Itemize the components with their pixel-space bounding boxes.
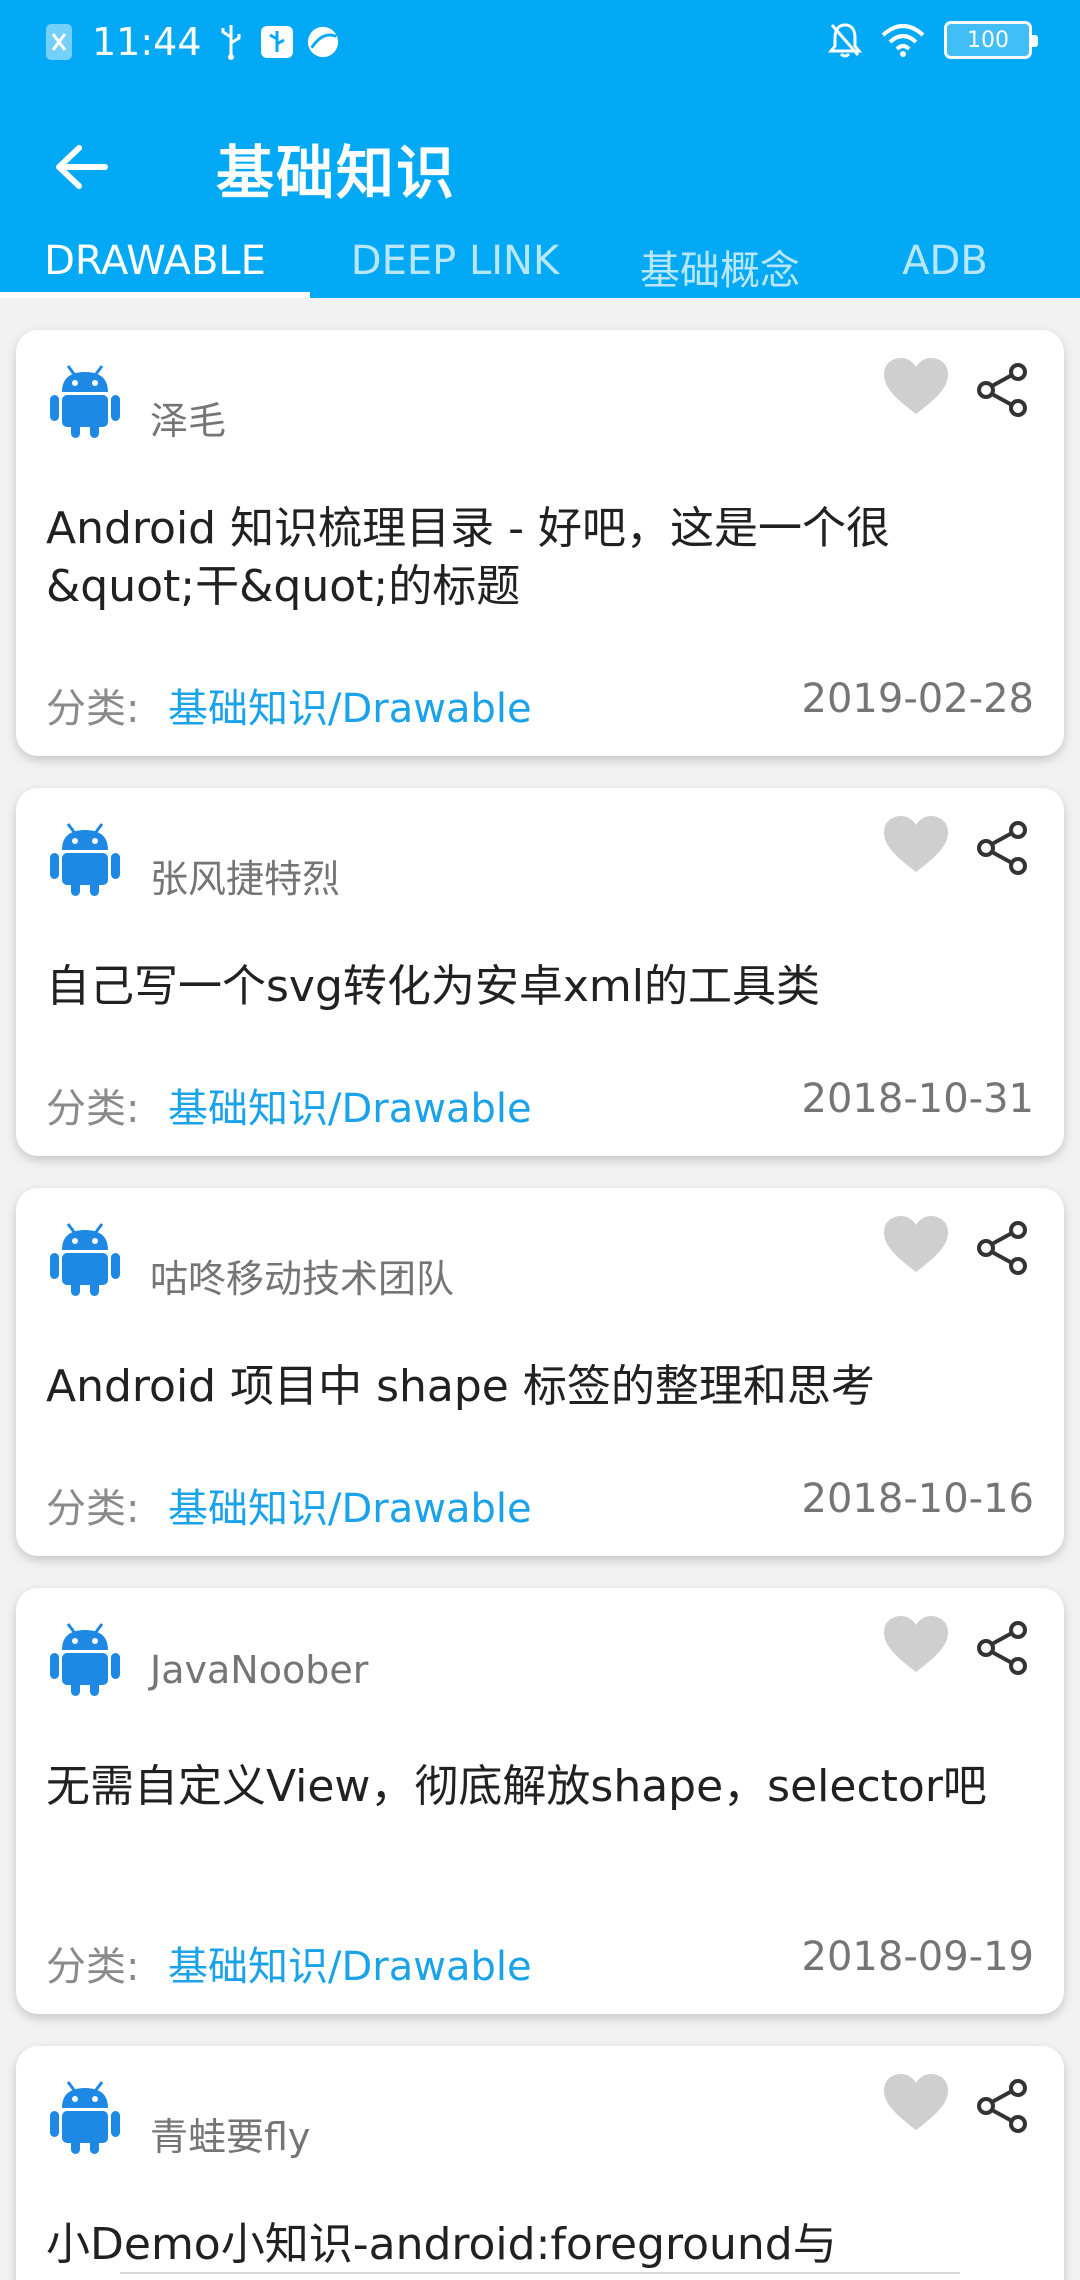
android-icon [50,1623,120,1696]
article-card[interactable]: 张风捷特烈 自己写一个svg转化为安卓xml的工具类 分类: 基础知识/Draw… [16,788,1064,1156]
tab-drawable[interactable]: DRAWABLE [0,238,310,298]
article-card[interactable]: JavaNoober 无需自定义View，彻底解放shape，selector吧… [16,1588,1064,2014]
article-footer: 分类: 基础知识/Drawable 2018-09-19 [46,1934,1034,1990]
author-name[interactable]: 张风捷特烈 [150,848,340,903]
tab-basic-concepts[interactable]: 基础概念 [600,238,840,298]
category-link[interactable]: 基础知识/Drawable [168,1934,532,1992]
author-name[interactable]: 青蛙要fly [150,2106,310,2161]
status-bar: 11:44 100 [0,0,1080,84]
article-card[interactable]: 青蛙要fly 小Demo小知识-android:foreground与 [16,2046,1064,2280]
article-title[interactable]: 自己写一个svg转化为安卓xml的工具类 [46,958,1026,1016]
heart-icon[interactable] [882,2072,950,2134]
tab-indicator [0,292,310,298]
category-label: 分类: [46,686,140,732]
article-footer: 分类: 基础知识/Drawable 2018-10-16 [46,1476,1034,1532]
article-date: 2019-02-28 [801,676,1034,722]
article-title[interactable]: Android 知识梳理目录 - 好吧，这是一个很&quot;干&quot;的标… [46,500,1026,616]
article-title[interactable]: 无需自定义View，彻底解放shape，selector吧 [46,1758,1026,1816]
tab-bar: DRAWABLE DEEP LINK 基础概念 ADB [0,238,1080,298]
article-title[interactable]: 小Demo小知识-android:foreground与 [46,2216,1026,2274]
share-icon[interactable] [974,1620,1030,1676]
article-footer: 分类: 基础知识/Drawable 2019-02-28 [46,676,1034,732]
notification-icon [42,22,76,62]
heart-icon[interactable] [882,1214,950,1276]
status-left: 11:44 [42,20,340,64]
usb-icon [214,22,248,62]
android-icon [50,1223,120,1296]
article-date: 2018-10-16 [801,1476,1034,1522]
category-label: 分类: [46,1086,140,1132]
heart-icon[interactable] [882,356,950,418]
share-icon[interactable] [974,362,1030,418]
back-button[interactable] [46,132,116,202]
category-link[interactable]: 基础知识/Drawable [168,1076,532,1134]
article-date: 2018-09-19 [801,1934,1034,1980]
arrow-back-icon [56,145,108,189]
page-title: 基础知识 [216,139,457,207]
author-name[interactable]: 咕咚移动技术团队 [150,1248,454,1303]
category-link[interactable]: 基础知识/Drawable [168,676,532,734]
wifi-icon [880,20,926,60]
article-card[interactable]: 泽毛 Android 知识梳理目录 - 好吧，这是一个很&quot;干&quot… [16,330,1064,756]
share-icon[interactable] [974,1220,1030,1276]
toolbar: 基础知识 [0,110,1080,220]
heart-icon[interactable] [882,814,950,876]
android-icon [50,2081,120,2154]
browser-icon [306,22,340,62]
heart-icon[interactable] [882,1614,950,1676]
author-name[interactable]: JavaNoober [150,1648,368,1692]
category-label: 分类: [46,1486,140,1532]
author-name[interactable]: 泽毛 [150,390,226,445]
tab-adb[interactable]: ADB [840,238,1050,298]
status-right: 100 [828,20,1038,60]
android-icon [50,823,120,896]
article-footer: 分类: 基础知识/Drawable 2018-10-31 [46,1076,1034,1132]
share-icon[interactable] [974,2078,1030,2134]
usb-debug-icon [260,22,294,62]
bottom-divider [120,2272,960,2280]
article-title[interactable]: Android 项目中 shape 标签的整理和思考 [46,1358,1026,1416]
app-bar: 11:44 100 基础知识 DRAWABLE DEEP LINK 基础概念 A… [0,0,1080,298]
share-icon[interactable] [974,820,1030,876]
battery-indicator: 100 [944,21,1038,59]
android-icon [50,365,120,438]
category-label: 分类: [46,1944,140,1990]
status-time: 11:44 [92,20,202,64]
category-link[interactable]: 基础知识/Drawable [168,1476,532,1534]
mute-bell-icon [828,20,862,60]
article-date: 2018-10-31 [801,1076,1034,1122]
article-card[interactable]: 咕咚移动技术团队 Android 项目中 shape 标签的整理和思考 分类: … [16,1188,1064,1556]
tab-deep-link[interactable]: DEEP LINK [310,238,600,298]
